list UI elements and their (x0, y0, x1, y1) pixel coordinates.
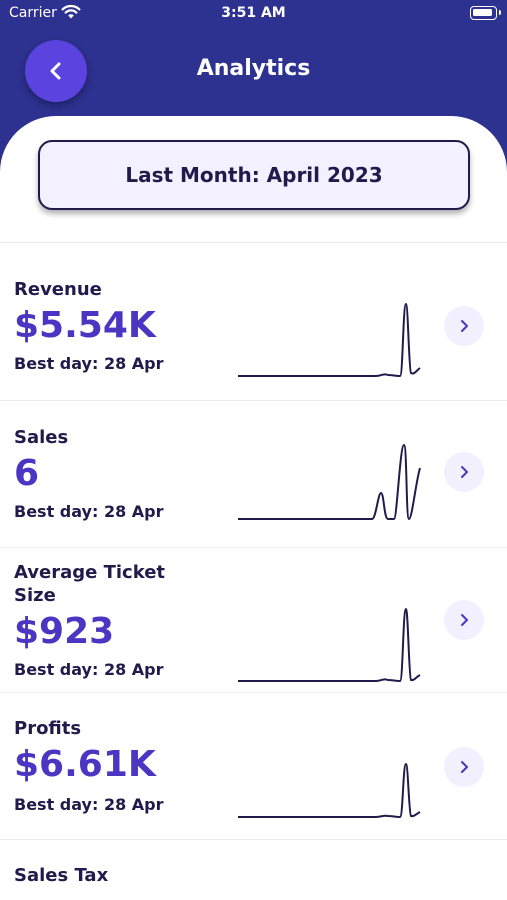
period-selector-button[interactable]: Last Month: April 2023 (38, 140, 470, 210)
metric-label: Profits (14, 718, 82, 739)
metric-value: $923 (14, 611, 115, 652)
average-ticket-sparkline (238, 607, 421, 683)
metric-value: $6.61K (14, 744, 156, 785)
metric-best-day: Best day: 28 Apr (14, 795, 164, 814)
metric-sales[interactable]: Sales 6 Best day: 28 Apr (0, 401, 507, 547)
sales-sparkline (238, 443, 421, 521)
metric-detail-button[interactable] (444, 600, 484, 640)
metric-best-day: Best day: 28 Apr (14, 502, 164, 521)
nav-bar: Analytics (0, 38, 507, 104)
metric-detail-button[interactable] (444, 747, 484, 787)
metric-profits[interactable]: Profits $6.61K Best day: 28 Apr (0, 693, 507, 839)
content-sheet: Last Month: April 2023 Revenue $5.54K Be… (0, 116, 507, 900)
metric-detail-button[interactable] (444, 306, 484, 346)
clock: 3:51 AM (221, 5, 286, 21)
chevron-right-icon (461, 614, 468, 626)
metric-label: Sales Tax (14, 865, 109, 886)
metric-label: Sales (14, 427, 69, 448)
revenue-sparkline (238, 302, 421, 378)
metric-value: 6 (14, 453, 40, 494)
profits-sparkline (238, 762, 421, 819)
metric-sales-tax[interactable]: Sales Tax (0, 840, 507, 900)
metric-value: $5.54K (14, 305, 156, 346)
metric-best-day: Best day: 28 Apr (14, 354, 164, 373)
metric-label: Average Ticket Size (14, 562, 166, 606)
metric-average-ticket-size[interactable]: Average Ticket Size $923 Best day: 28 Ap… (0, 548, 507, 692)
metric-label: Revenue (14, 279, 102, 300)
chevron-right-icon (461, 320, 468, 332)
chevron-right-icon (461, 466, 468, 478)
metric-revenue[interactable]: Revenue $5.54K Best day: 28 Apr (0, 243, 507, 400)
metric-detail-button[interactable] (444, 452, 484, 492)
metric-best-day: Best day: 28 Apr (14, 660, 164, 679)
chevron-right-icon (461, 761, 468, 773)
status-bar: Carrier 3:51 AM (0, 0, 507, 30)
battery-icon (470, 6, 501, 20)
page-title: Analytics (196, 56, 311, 81)
